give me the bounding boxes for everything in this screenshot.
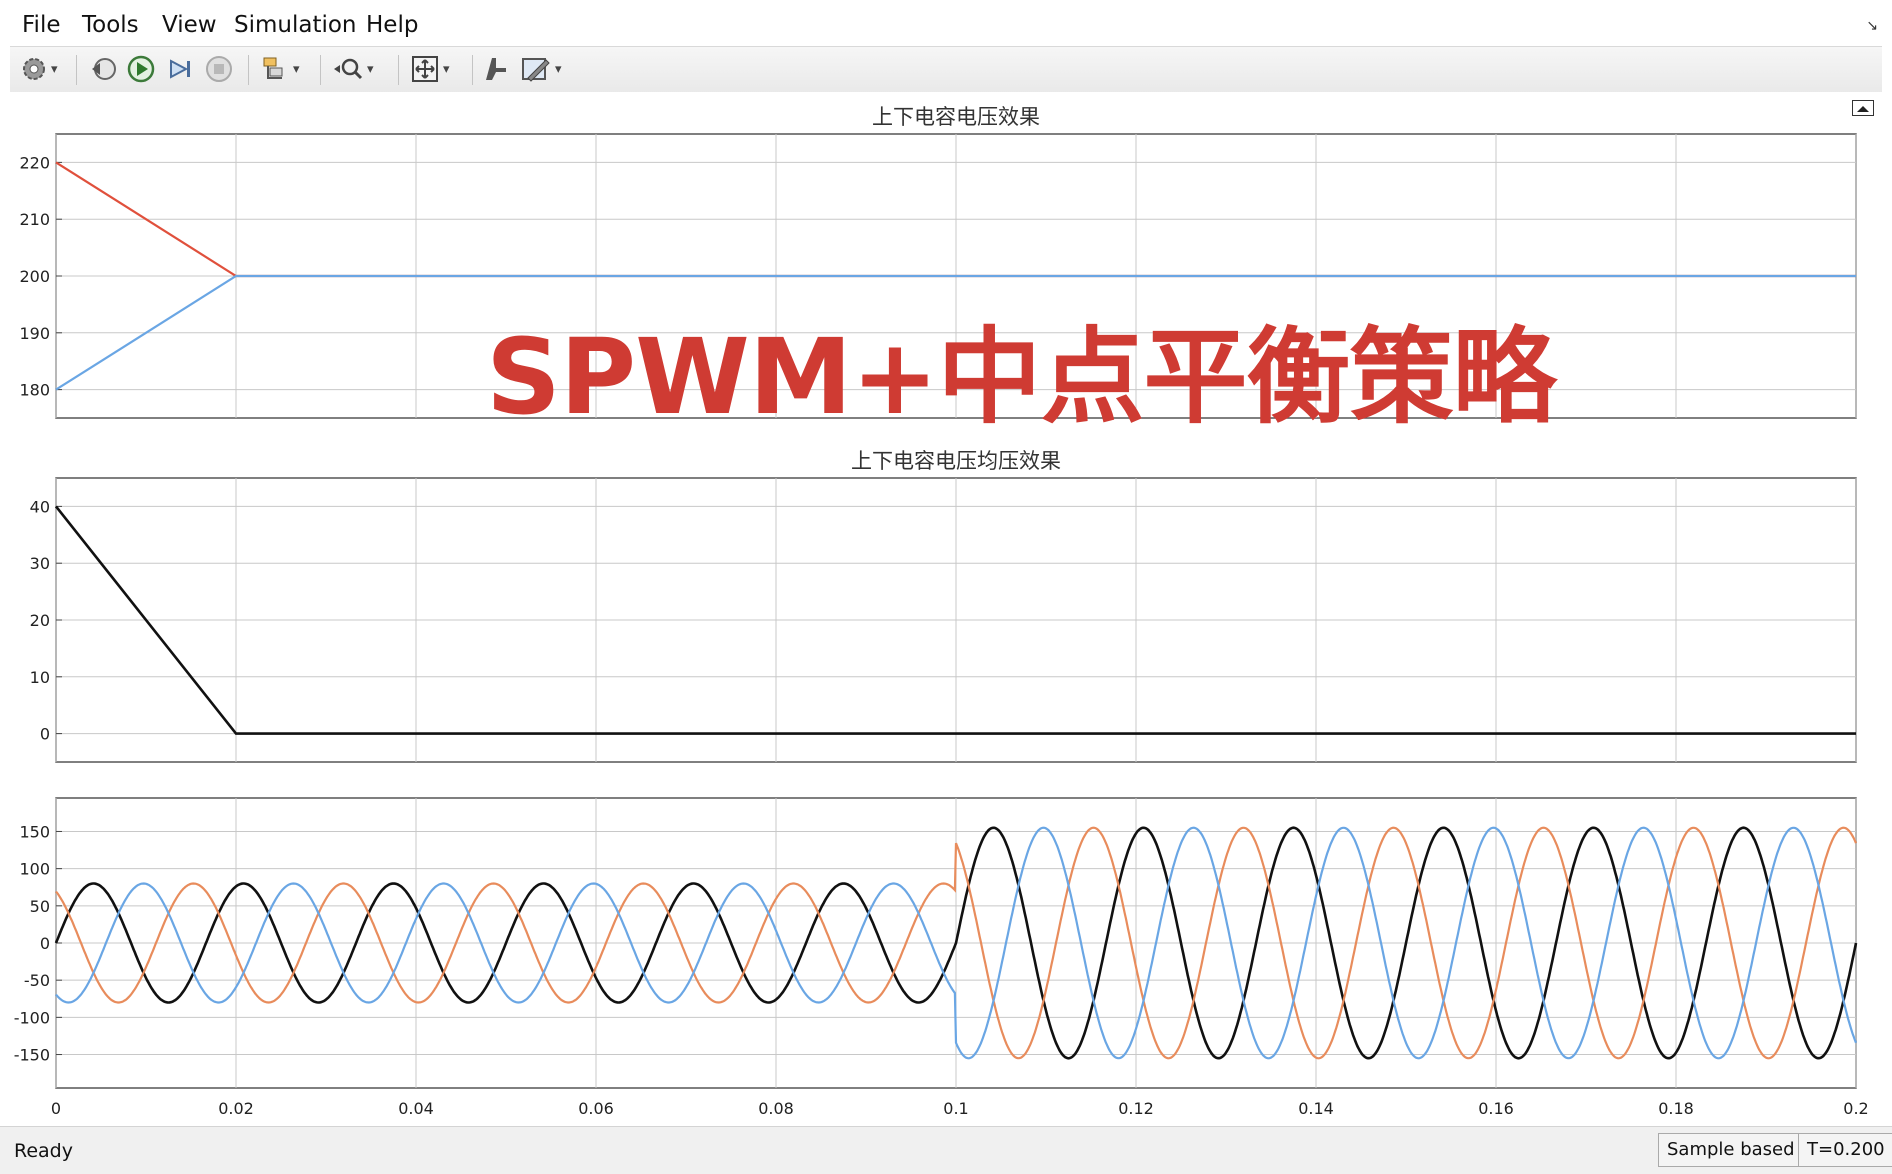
y-tick-label: 20 bbox=[30, 611, 50, 630]
sim-time-label: T=0.200 bbox=[1798, 1133, 1892, 1167]
chevron-down-icon[interactable]: ▾ bbox=[51, 62, 58, 77]
overlay-caption: SPWM+中点平衡策略 bbox=[486, 316, 1556, 438]
y-tick-label: 150 bbox=[19, 822, 50, 841]
x-tick-label: 0.1 bbox=[943, 1099, 968, 1118]
menu-help[interactable]: Help bbox=[366, 12, 418, 38]
menu-file[interactable]: File bbox=[22, 12, 61, 38]
toolbar-separator bbox=[398, 55, 399, 85]
chevron-down-icon[interactable]: ▾ bbox=[443, 62, 450, 77]
y-tick-label: 50 bbox=[30, 897, 50, 916]
x-tick-label: 0.08 bbox=[758, 1099, 794, 1118]
x-tick-label: 0.2 bbox=[1843, 1099, 1868, 1118]
scope-plots: 180 190 200 210 220 上下电容电压效果 0 10 20 30 40 上下电容电压均压… bbox=[14, 105, 1869, 1118]
toolbar-separator bbox=[472, 55, 473, 85]
stop-icon[interactable] bbox=[204, 53, 234, 85]
y-tick-label: 200 bbox=[19, 267, 50, 286]
x-tick-label: 0.02 bbox=[218, 1099, 254, 1118]
zoom-to-fit-icon[interactable]: ▾ bbox=[410, 53, 450, 85]
step-forward-icon[interactable] bbox=[164, 53, 194, 85]
window-control-icon[interactable]: ↘ bbox=[1866, 18, 1878, 34]
x-tick-label: 0.18 bbox=[1658, 1099, 1694, 1118]
y-tick-label: -150 bbox=[14, 1046, 50, 1065]
x-tick-label: 0.14 bbox=[1298, 1099, 1334, 1118]
x-tick-label: 0 bbox=[51, 1099, 61, 1118]
menu-bar: File Tools View Simulation Help ↘ bbox=[0, 0, 1892, 46]
x-tick-label: 0.12 bbox=[1118, 1099, 1154, 1118]
y-tick-label: 0 bbox=[40, 725, 50, 744]
step-back-icon[interactable] bbox=[88, 53, 118, 85]
chevron-down-icon[interactable]: ▾ bbox=[367, 62, 374, 77]
y-tick-label: 180 bbox=[19, 381, 50, 400]
menu-view[interactable]: View bbox=[162, 12, 217, 38]
toolbar-separator bbox=[248, 55, 249, 85]
highlight-icon[interactable]: ▾ bbox=[260, 53, 300, 85]
run-icon[interactable] bbox=[126, 53, 156, 85]
chevron-down-icon[interactable]: ▾ bbox=[555, 62, 562, 77]
y-tick-label: 210 bbox=[19, 210, 50, 229]
sample-mode-label: Sample based bbox=[1658, 1133, 1804, 1167]
plot-area: 180 190 200 210 220 上下电容电压效果 0 10 20 30 40 上下电容电压均压… bbox=[0, 92, 1892, 1126]
y-tick-label: 220 bbox=[19, 153, 50, 172]
style-edit-icon[interactable]: ▾ bbox=[520, 53, 562, 85]
toolbar: ▾ ▾ ▾ ▾ ▾ bbox=[10, 46, 1882, 94]
x-tick-label: 0.04 bbox=[398, 1099, 434, 1118]
zoom-icon[interactable]: ▾ bbox=[332, 53, 374, 85]
menu-tools[interactable]: Tools bbox=[82, 12, 139, 38]
menu-simulation[interactable]: Simulation bbox=[234, 12, 357, 38]
chevron-down-icon[interactable]: ▾ bbox=[293, 62, 300, 77]
y-tick-label: 30 bbox=[30, 554, 50, 573]
panel-title: 上下电容电压效果 bbox=[872, 105, 1040, 129]
x-tick-label: 0.16 bbox=[1478, 1099, 1514, 1118]
y-tick-label: 40 bbox=[30, 497, 50, 516]
y-tick-label: 0 bbox=[40, 934, 50, 953]
status-bar: Ready Sample based T=0.200 bbox=[0, 1126, 1892, 1174]
y-tick-label: 10 bbox=[30, 668, 50, 687]
y-tick-label: -50 bbox=[24, 971, 50, 990]
cursor-measurement-icon[interactable] bbox=[482, 53, 510, 85]
y-tick-label: -100 bbox=[14, 1008, 50, 1027]
parameters-gear-icon[interactable]: ▾ bbox=[20, 53, 58, 85]
toolbar-separator bbox=[76, 55, 77, 85]
undock-icon[interactable] bbox=[1852, 100, 1874, 116]
toolbar-separator bbox=[320, 55, 321, 85]
y-tick-label: 100 bbox=[19, 860, 50, 879]
scope-window: File Tools View Simulation Help ↘ ▾ ▾ ▾ … bbox=[0, 0, 1892, 1174]
x-tick-label: 0.06 bbox=[578, 1099, 614, 1118]
y-tick-label: 190 bbox=[19, 324, 50, 343]
panel-title: 上下电容电压均压效果 bbox=[851, 449, 1061, 473]
status-text: Ready bbox=[14, 1140, 73, 1162]
